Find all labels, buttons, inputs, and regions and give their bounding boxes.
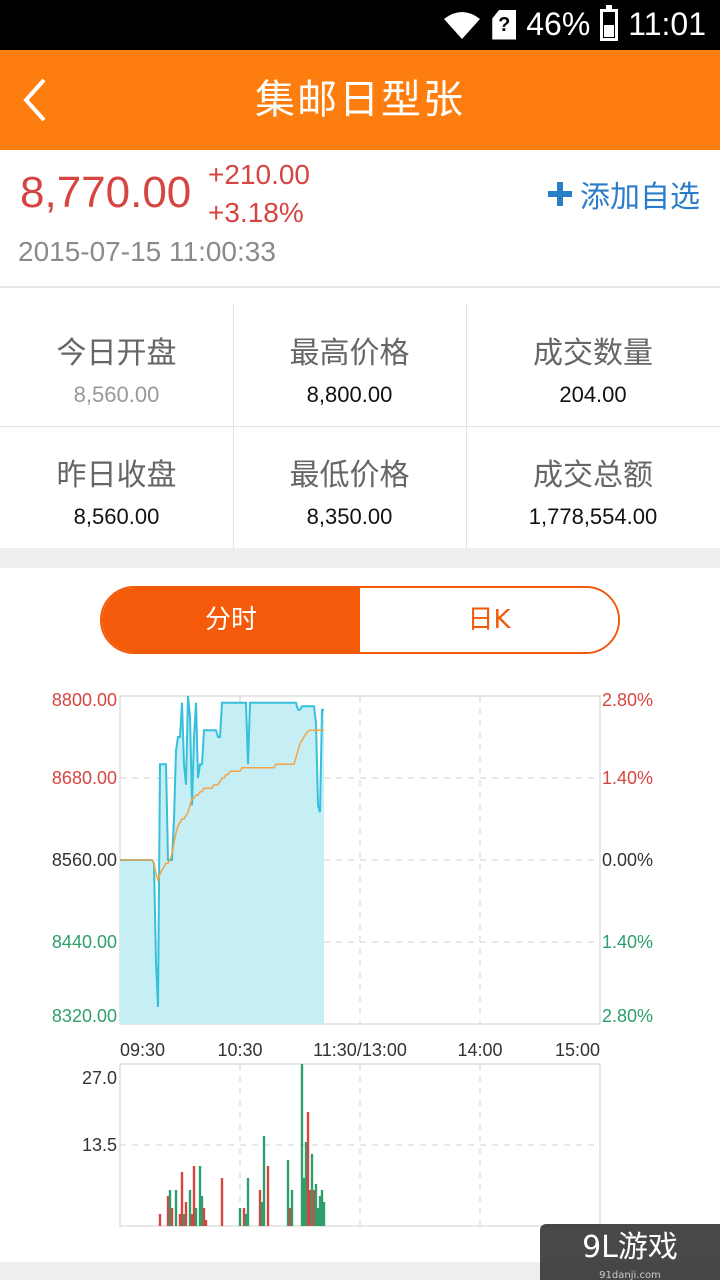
section-divider [0,548,720,568]
chart-period-toggle: 分时 日K [100,586,620,654]
top-navigation-bar: 集邮日型张 [0,50,720,150]
battery-percent: 46% [526,6,590,43]
stat-volume: 成交数量 204.00 [466,304,720,426]
stat-value: 8,800.00 [233,382,466,408]
y-axis-right-label: 1.40% [602,932,653,952]
clock: 11:01 [628,6,706,43]
y-axis-left-label: 8440.00 [52,932,117,952]
x-axis-label: 14:00 [457,1040,502,1060]
watermark-brand: 9L游戏 [582,1230,678,1265]
stat-label: 昨日收盘 [0,450,233,494]
volume-bar [159,1214,161,1226]
x-axis-label: 15:00 [555,1040,600,1060]
plus-icon [548,182,572,206]
stat-label: 最高价格 [233,328,466,372]
change-amount: +210.00 [208,156,310,194]
add-to-watchlist-button[interactable]: 添加自选 [548,172,700,216]
sim-warning-icon: ? [492,10,516,40]
price-change: +210.00 +3.18% [208,156,310,232]
stats-grid: 今日开盘 8,560.00 最高价格 8,800.00 成交数量 204.00 … [0,304,720,548]
y-axis-right-label: 2.80% [602,690,653,710]
quote-timestamp: 2015-07-15 11:00:33 [18,236,276,268]
status-bar: ? 46% 11:01 [0,0,720,50]
volume-bar [221,1178,223,1226]
volume-bar [175,1190,177,1226]
y-axis-left-label: 8680.00 [52,768,117,788]
y-axis-right-label: 2.80% [602,1006,653,1026]
stat-value: 1,778,554.00 [466,504,720,530]
stat-value: 8,560.00 [0,382,233,408]
x-axis-label: 11:30/13:00 [313,1040,407,1060]
page-title: 集邮日型张 [0,50,720,150]
x-axis-label: 09:30 [120,1040,165,1060]
price-chart-area: 8800.00 8680.00 8560.00 8440.00 8320.00 2.80%… [0,670,720,1230]
battery-icon [600,9,618,41]
stat-high: 最高价格 8,800.00 [233,304,466,426]
stat-prev-close: 昨日收盘 8,560.00 [0,426,233,548]
stat-low: 最低价格 8,350.00 [233,426,466,548]
volume-axis-label: 27.0 [82,1068,117,1088]
volume-bar [185,1202,187,1226]
volume-bar [267,1166,269,1226]
tab-intraday[interactable]: 分时 [102,588,360,652]
stat-value: 8,350.00 [233,504,466,530]
volume-bar [205,1220,207,1226]
volume-bar [291,1190,293,1226]
watermark-logo: 9L游戏 91danji.com [540,1224,720,1280]
stat-label: 最低价格 [233,450,466,494]
stat-label: 成交数量 [466,328,720,372]
change-percent: +3.18% [208,194,310,232]
stat-value: 8,560.00 [0,504,233,530]
volume-bar [263,1136,265,1226]
intraday-chart: 8800.00 8680.00 8560.00 8440.00 8320.00 2.80%… [0,670,720,1230]
stat-value: 204.00 [466,382,720,408]
volume-bar [323,1202,325,1226]
stat-label: 今日开盘 [0,328,233,372]
stat-turnover: 成交总额 1,778,554.00 [466,426,720,548]
volume-axis-label: 13.5 [82,1135,117,1155]
volume-bar [239,1208,241,1226]
tab-daily-k[interactable]: 日K [360,588,618,652]
watermark-domain: 91danji.com [540,1272,720,1280]
stat-label: 成交总额 [466,450,720,494]
volume-bar [247,1178,249,1226]
current-price: 8,770.00 [20,168,191,218]
volume-bar [171,1208,173,1226]
add-to-watchlist-label: 添加自选 [580,172,700,216]
quote-summary: 8,770.00 +210.00 +3.18% 添加自选 2015-07-15 … [0,150,720,288]
wifi-icon [442,9,482,41]
grid-divider [0,426,720,427]
volume-bar [195,1208,197,1226]
y-axis-right-label: 1.40% [602,768,653,788]
stat-open: 今日开盘 8,560.00 [0,304,233,426]
y-axis-left-label: 8560.00 [52,850,117,870]
y-axis-right-label: 0.00% [602,850,653,870]
y-axis-left-label: 8800.00 [52,690,117,710]
x-axis-label: 10:30 [217,1040,262,1060]
y-axis-left-label: 8320.00 [52,1006,117,1026]
